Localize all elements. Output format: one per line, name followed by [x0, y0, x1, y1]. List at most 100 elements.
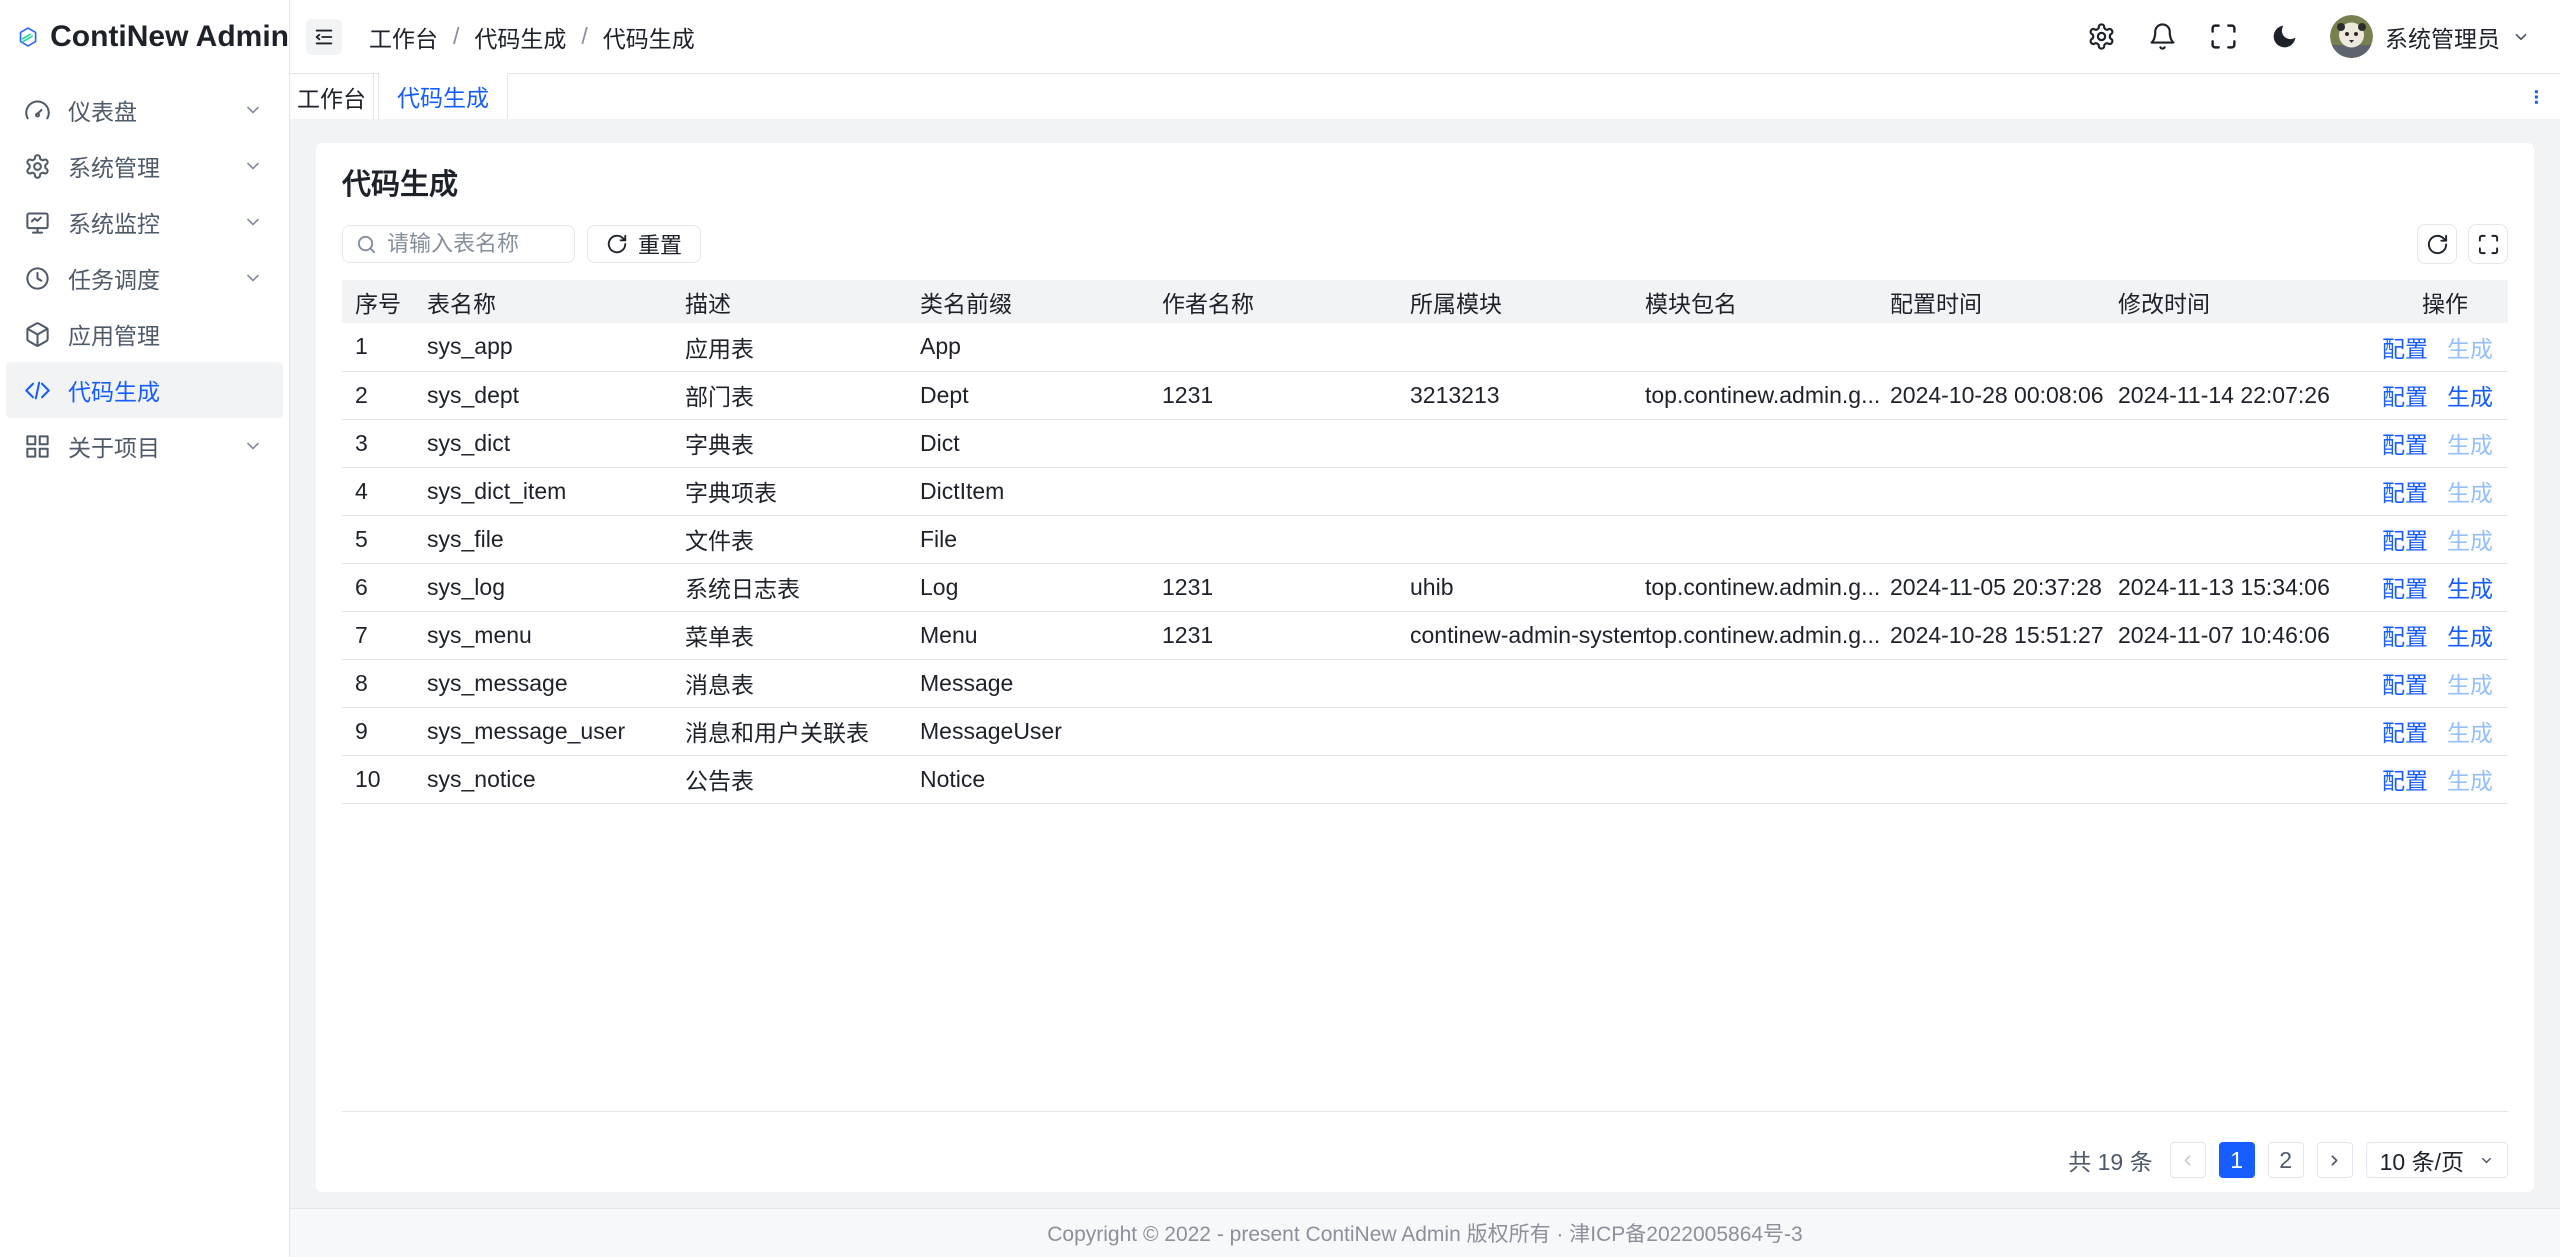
cell-modify-time — [2118, 755, 2382, 803]
dark-mode-toggle[interactable] — [2269, 22, 2299, 52]
generate-link: 生成 — [2447, 480, 2493, 506]
column-header: 所属模块 — [1410, 280, 1645, 323]
cell-config-time: 2024-11-05 20:37:28 — [1890, 563, 2118, 611]
cell-table-name: sys_dict_item — [427, 467, 685, 515]
generate-link[interactable]: 生成 — [2447, 576, 2493, 602]
config-link[interactable]: 配置 — [2382, 480, 2428, 506]
table-body: 1 sys_app 应用表 App 配置生成 2 sys_dept 部门表 De… — [342, 323, 2508, 803]
breadcrumb-item[interactable]: 代码生成 — [474, 20, 566, 54]
refresh-table-button[interactable] — [2417, 224, 2457, 264]
table-fullscreen-button[interactable] — [2468, 224, 2508, 264]
cell-module: continew-admin-system — [1410, 611, 1645, 659]
sidebar-item-code-generation[interactable]: 代码生成 — [6, 362, 283, 418]
notifications-button[interactable] — [2147, 22, 2177, 52]
config-link[interactable]: 配置 — [2382, 576, 2428, 602]
generate-link[interactable]: 生成 — [2447, 624, 2493, 650]
cell-config-time — [1890, 707, 2118, 755]
cell-author — [1162, 659, 1410, 707]
cell-description: 系统日志表 — [685, 563, 920, 611]
cell-package: top.continew.admin.g... — [1645, 611, 1890, 659]
table-row: 8 sys_message 消息表 Message 配置生成 — [342, 659, 2508, 707]
sidebar-collapse-button[interactable] — [306, 19, 342, 55]
cell-description: 应用表 — [685, 323, 920, 371]
tab-code-generation[interactable]: 代码生成 — [378, 73, 508, 119]
cell-index: 5 — [342, 515, 427, 563]
sidebar-item-dashboard[interactable]: 仪表盘 — [6, 82, 283, 138]
cell-description: 消息表 — [685, 659, 920, 707]
config-link[interactable]: 配置 — [2382, 624, 2428, 650]
logo-icon — [19, 18, 37, 56]
tabs-more-button[interactable] — [2512, 73, 2560, 119]
cell-index: 7 — [342, 611, 427, 659]
sidebar-item-app-management[interactable]: 应用管理 — [6, 306, 283, 362]
page-size-select[interactable]: 10 条/页 — [2366, 1142, 2508, 1178]
chevron-left-icon — [2179, 1152, 2196, 1169]
sidebar-item-label: 任务调度 — [68, 261, 243, 295]
cell-class-prefix: Menu — [920, 611, 1162, 659]
sidebar-item-system-monitor[interactable]: 系统监控 — [6, 194, 283, 250]
sidebar-item-label: 关于项目 — [68, 429, 243, 463]
config-link[interactable]: 配置 — [2382, 768, 2428, 794]
cell-module — [1410, 659, 1645, 707]
menu-fold-icon — [313, 26, 335, 48]
cell-operations: 配置生成 — [2382, 515, 2508, 563]
breadcrumb-item[interactable]: 代码生成 — [603, 20, 695, 54]
generate-link: 生成 — [2447, 336, 2493, 362]
cell-index: 9 — [342, 707, 427, 755]
content-card: 代码生成 重置 — [316, 143, 2534, 1192]
column-header: 操作 — [2382, 280, 2508, 323]
cell-modify-time: 2024-11-14 22:07:26 — [2118, 371, 2382, 419]
sidebar-item-system-management[interactable]: 系统管理 — [6, 138, 283, 194]
pagination-prev-button[interactable] — [2170, 1142, 2206, 1178]
pagination-next-button[interactable] — [2317, 1142, 2353, 1178]
config-link[interactable]: 配置 — [2382, 672, 2428, 698]
generate-link: 生成 — [2447, 768, 2493, 794]
search-input[interactable] — [387, 231, 562, 257]
app-root: ContiNew Admin 仪表盘 系统管理 系统监控 任务调度 — [0, 0, 2560, 1257]
cell-operations: 配置生成 — [2382, 563, 2508, 611]
table-row: 5 sys_file 文件表 File 配置生成 — [342, 515, 2508, 563]
cell-modify-time: 2024-11-13 15:34:06 — [2118, 563, 2382, 611]
tabbar-filler — [508, 73, 2512, 119]
cell-author — [1162, 419, 1410, 467]
pagination-page-1[interactable]: 1 — [2219, 1142, 2255, 1178]
table-row: 4 sys_dict_item 字典项表 DictItem 配置生成 — [342, 467, 2508, 515]
cell-operations: 配置生成 — [2382, 707, 2508, 755]
cell-config-time — [1890, 659, 2118, 707]
column-header: 描述 — [685, 280, 920, 323]
cell-author: 1231 — [1162, 371, 1410, 419]
config-link[interactable]: 配置 — [2382, 720, 2428, 746]
reset-button[interactable]: 重置 — [587, 225, 701, 263]
fullscreen-icon — [2477, 233, 2500, 256]
cell-modify-time — [2118, 419, 2382, 467]
more-vertical-icon — [2527, 88, 2545, 106]
tab-workbench[interactable]: 工作台 — [290, 73, 374, 119]
cell-package — [1645, 659, 1890, 707]
settings-button[interactable] — [2086, 22, 2116, 52]
pagination-page-2[interactable]: 2 — [2268, 1142, 2304, 1178]
cell-module — [1410, 419, 1645, 467]
cell-operations: 配置生成 — [2382, 755, 2508, 803]
config-link[interactable]: 配置 — [2382, 336, 2428, 362]
config-link[interactable]: 配置 — [2382, 432, 2428, 458]
cell-table-name: sys_dict — [427, 419, 685, 467]
config-link[interactable]: 配置 — [2382, 384, 2428, 410]
breadcrumb-item[interactable]: 工作台 — [369, 20, 438, 54]
cell-class-prefix: App — [920, 323, 1162, 371]
cell-module — [1410, 707, 1645, 755]
sidebar-item-task-schedule[interactable]: 任务调度 — [6, 250, 283, 306]
sidebar-item-about-project[interactable]: 关于项目 — [6, 418, 283, 474]
fullscreen-button[interactable] — [2208, 22, 2238, 52]
page-footer: Copyright © 2022 - present ContiNew Admi… — [290, 1208, 2560, 1257]
generate-link[interactable]: 生成 — [2447, 384, 2493, 410]
user-menu[interactable]: 系统管理员 — [2330, 15, 2530, 58]
cell-description: 消息和用户关联表 — [685, 707, 920, 755]
config-link[interactable]: 配置 — [2382, 528, 2428, 554]
cell-operations: 配置生成 — [2382, 419, 2508, 467]
chevron-down-icon — [2479, 1153, 2494, 1168]
toolbar: 重置 — [342, 224, 2508, 264]
table-row: 3 sys_dict 字典表 Dict 配置生成 — [342, 419, 2508, 467]
cell-config-time — [1890, 515, 2118, 563]
user-name: 系统管理员 — [2385, 20, 2500, 54]
cell-operations: 配置生成 — [2382, 323, 2508, 371]
